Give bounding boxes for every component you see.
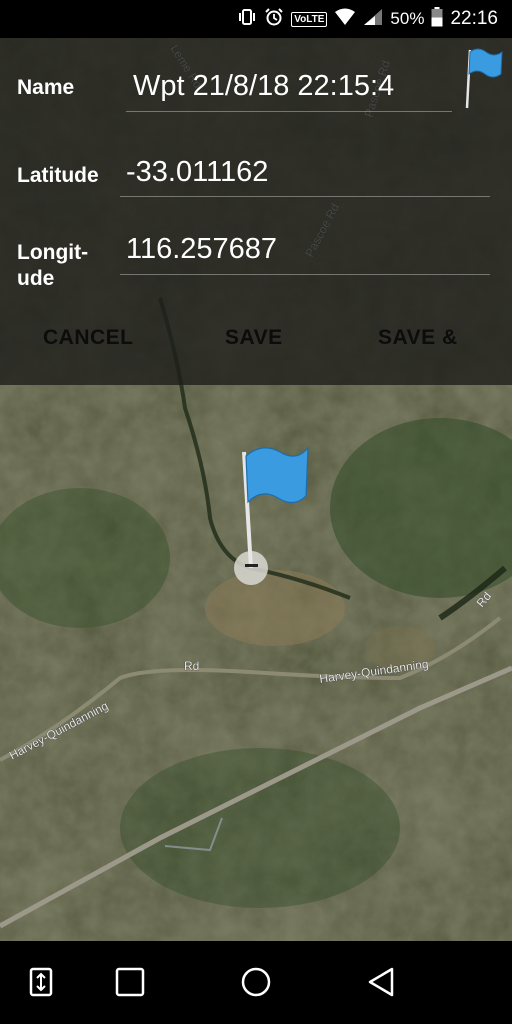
name-underline — [126, 111, 452, 112]
longitude-underline — [120, 274, 490, 275]
longitude-label: Longit-ude — [17, 241, 89, 288]
navigation-bar — [0, 941, 512, 1024]
save-and-button[interactable]: SAVE & — [378, 326, 458, 350]
latitude-underline — [120, 196, 490, 197]
latitude-label: Latitude — [17, 164, 99, 187]
home-icon[interactable] — [238, 965, 274, 1004]
road-label-rd-1: Rd — [184, 659, 199, 673]
volte-badge: VoLTE — [291, 11, 328, 27]
wifi-icon — [334, 8, 356, 31]
flag-icon — [465, 48, 503, 109]
save-button[interactable]: SAVE — [225, 326, 283, 350]
status-bar: VoLTE 50% 22:16 — [0, 0, 512, 38]
back-icon[interactable] — [366, 965, 398, 1004]
cancel-button[interactable]: CANCEL — [43, 326, 134, 350]
waypoint-edit-dialog: Name Wpt 21/8/18 22:15:4 Latitude -33.01… — [0, 38, 512, 385]
signal-icon — [363, 8, 383, 31]
status-clock: 22:16 — [450, 8, 498, 29]
flag-icon-button[interactable] — [464, 44, 504, 110]
alarm-icon — [264, 7, 284, 32]
latitude-field[interactable]: -33.011162 — [126, 156, 268, 189]
battery-percent: 50% — [390, 9, 425, 28]
screen-toggle-icon[interactable] — [28, 965, 54, 1004]
name-field[interactable]: Wpt 21/8/18 22:15:4 — [133, 70, 394, 103]
vibrate-icon — [237, 7, 257, 32]
longitude-field[interactable]: 116.257687 — [126, 233, 277, 266]
recents-icon[interactable] — [114, 965, 146, 1004]
name-label: Name — [17, 76, 75, 99]
battery-icon — [431, 6, 443, 32]
